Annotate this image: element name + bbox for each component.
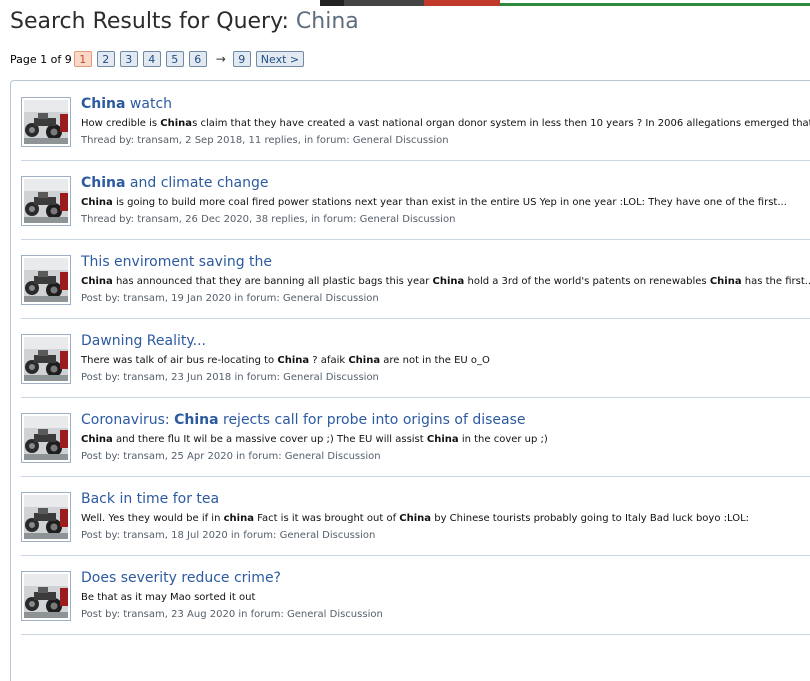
- avatar[interactable]: [21, 413, 71, 463]
- result-title-link[interactable]: This enviroment saving the: [81, 254, 272, 270]
- top-bar-segment: [500, 3, 810, 6]
- result-snippet: China and there flu It wil be a massive …: [81, 434, 810, 445]
- result-title-link[interactable]: Coronavirus: China rejects call for prob…: [81, 412, 526, 428]
- result-snippet: China is going to build more coal fired …: [81, 197, 810, 208]
- page-info: Page 1 of 9: [10, 52, 72, 66]
- avatar[interactable]: [21, 334, 71, 384]
- result-snippet: Be that as it may Mao sorted it out: [81, 592, 810, 603]
- avatar[interactable]: [21, 492, 71, 542]
- result-meta: Thread by: transam, 2 Sep 2018, 11 repli…: [81, 135, 449, 146]
- snippet-text: is going to build more coal fired power …: [112, 197, 787, 208]
- snippet-highlight: China: [709, 276, 742, 287]
- snippet-highlight: China: [277, 355, 310, 366]
- title-text: Back in time for tea: [81, 491, 220, 507]
- title-text: China: [174, 412, 219, 428]
- search-result-item: China watch How credible is Chinas claim…: [21, 81, 810, 161]
- snippet-text: by Chinese tourists probably going to It…: [431, 513, 750, 524]
- search-result-item: Dawning Reality... There was talk of air…: [21, 318, 810, 398]
- avatar-photo-icon: [24, 179, 68, 223]
- avatar-photo-icon: [24, 100, 68, 144]
- page-link-6[interactable]: 6: [188, 51, 207, 67]
- top-bar-segment: [424, 0, 500, 6]
- snippet-text: Be that as it may Mao sorted it out: [81, 592, 256, 603]
- title-text: Does severity reduce crime?: [81, 570, 281, 586]
- avatar-photo-icon: [24, 337, 68, 381]
- avatar-photo-icon: [24, 495, 68, 539]
- avatar[interactable]: [21, 97, 71, 147]
- search-result-item: Does severity reduce crime? Be that as i…: [21, 555, 810, 635]
- search-result-item: Back in time for tea Well. Yes they woul…: [21, 476, 810, 556]
- result-snippet: There was talk of air bus re-locating to…: [81, 355, 810, 366]
- result-title-link[interactable]: China watch: [81, 96, 172, 112]
- snippet-text: s claim that they have created a vast na…: [192, 118, 810, 129]
- avatar-photo-icon: [24, 574, 68, 618]
- snippet-text: Fact is it was brought out of: [253, 513, 400, 524]
- result-meta: Thread by: transam, 26 Dec 2020, 38 repl…: [81, 214, 456, 225]
- snippet-text: has announced that they are banning all …: [112, 276, 433, 287]
- page-title-prefix: Search Results for Query:: [10, 9, 296, 34]
- result-snippet: How credible is Chinas claim that they h…: [81, 118, 810, 129]
- result-meta: Post by: transam, 23 Jun 2018 in forum: …: [81, 372, 379, 383]
- snippet-text: hold a 3rd of the world's patents on ren…: [464, 276, 710, 287]
- avatar-photo-icon: [24, 258, 68, 302]
- result-snippet: China has announced that they are bannin…: [81, 276, 810, 287]
- pagination: Page 1 of 9 123456 → 9 Next >: [10, 50, 309, 68]
- snippet-highlight: China: [348, 355, 381, 366]
- result-meta: Post by: transam, 19 Jan 2020 in forum: …: [81, 293, 379, 304]
- snippet-text: ? afaik: [309, 355, 349, 366]
- page-title-query: China: [295, 9, 359, 34]
- result-meta: Post by: transam, 23 Aug 2020 in forum: …: [81, 609, 383, 620]
- page-link-2[interactable]: 2: [96, 51, 115, 67]
- top-color-bar: [0, 0, 810, 6]
- title-text: Dawning Reality...: [81, 333, 206, 349]
- page-link-1[interactable]: 1: [73, 51, 92, 67]
- result-meta: Post by: transam, 25 Apr 2020 in forum: …: [81, 451, 381, 462]
- search-results-list: China watch How credible is Chinas claim…: [10, 80, 810, 681]
- snippet-text: in the cover up ;): [458, 434, 548, 445]
- search-result-item: This enviroment saving the China has ann…: [21, 239, 810, 319]
- title-text: China: [81, 175, 126, 191]
- result-title-link[interactable]: Does severity reduce crime?: [81, 570, 281, 586]
- page-link-4[interactable]: 4: [142, 51, 161, 67]
- result-title-link[interactable]: Back in time for tea: [81, 491, 219, 507]
- title-text: This enviroment saving the: [81, 254, 273, 270]
- title-text: and climate change: [125, 175, 269, 191]
- top-bar-segment: [344, 0, 424, 6]
- top-bar-segment: [320, 0, 344, 6]
- avatar[interactable]: [21, 255, 71, 305]
- next-page-button[interactable]: Next >: [255, 51, 305, 67]
- result-title-link[interactable]: China and climate change: [81, 175, 268, 191]
- snippet-text: has the first...: [741, 276, 810, 287]
- snippet-text: Well. Yes they would be if in: [81, 513, 224, 524]
- snippet-text: are not in the EU o_O: [380, 355, 490, 366]
- avatar[interactable]: [21, 571, 71, 621]
- result-meta: Post by: transam, 18 Jul 2020 in forum: …: [81, 530, 376, 541]
- snippet-highlight: China: [160, 118, 193, 129]
- snippet-text: How credible is: [81, 118, 161, 129]
- snippet-text: There was talk of air bus re-locating to: [81, 355, 278, 366]
- title-text: rejects call for probe into origins of d…: [218, 412, 526, 428]
- snippet-highlight: China: [81, 197, 113, 208]
- page-link-3[interactable]: 3: [119, 51, 138, 67]
- snippet-highlight: china: [223, 513, 254, 524]
- snippet-highlight: China: [399, 513, 432, 524]
- avatar-photo-icon: [24, 416, 68, 460]
- result-snippet: Well. Yes they would be if in china Fact…: [81, 513, 810, 524]
- page-link-5[interactable]: 5: [165, 51, 184, 67]
- page-link-last[interactable]: 9: [232, 51, 251, 67]
- snippet-highlight: China: [81, 434, 113, 445]
- snippet-highlight: China: [432, 276, 465, 287]
- search-result-item: Coronavirus: China rejects call for prob…: [21, 397, 810, 477]
- pagination-arrow: →: [215, 52, 226, 66]
- title-text: watch: [125, 96, 173, 112]
- search-result-item: China and climate change China is going …: [21, 160, 810, 240]
- snippet-highlight: China: [426, 434, 459, 445]
- title-text: Coronavirus:: [81, 412, 175, 428]
- result-title-link[interactable]: Dawning Reality...: [81, 333, 206, 349]
- page-title: Search Results for Query: China: [10, 9, 359, 34]
- title-text: China: [81, 96, 126, 112]
- avatar[interactable]: [21, 176, 71, 226]
- snippet-highlight: China: [81, 276, 113, 287]
- snippet-text: and there flu It wil be a massive cover …: [112, 434, 427, 445]
